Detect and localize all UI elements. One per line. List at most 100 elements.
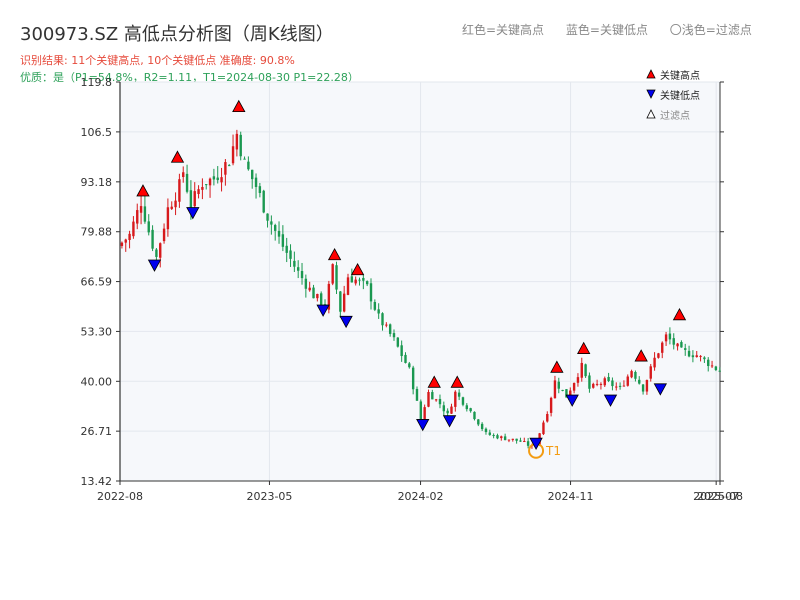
candle-body bbox=[496, 435, 499, 439]
candle-body bbox=[339, 291, 342, 312]
candle-body bbox=[500, 436, 503, 439]
candle-body bbox=[461, 397, 465, 405]
candle-body bbox=[319, 293, 323, 306]
candle-body bbox=[274, 225, 277, 231]
candle-body bbox=[477, 419, 480, 425]
candle-body bbox=[718, 370, 721, 372]
candle-body bbox=[193, 191, 196, 207]
candle-body bbox=[128, 233, 131, 241]
candle-body bbox=[266, 213, 269, 221]
candle-body bbox=[182, 172, 185, 178]
candle-body bbox=[174, 200, 177, 208]
candle-body bbox=[465, 405, 469, 410]
y-tick-label: 13.42 bbox=[81, 475, 113, 488]
candle-body bbox=[492, 435, 495, 437]
candle-body bbox=[557, 381, 560, 389]
candle-body bbox=[595, 383, 599, 385]
candle-body bbox=[427, 392, 430, 407]
candle-body bbox=[710, 365, 714, 367]
candle-body bbox=[385, 324, 388, 326]
candle-body bbox=[584, 364, 587, 377]
candle-body bbox=[296, 267, 300, 271]
candle-body bbox=[657, 353, 660, 358]
legend-low-row: 关键低点 bbox=[646, 84, 700, 104]
candle-body bbox=[661, 342, 664, 353]
candle-body bbox=[615, 386, 618, 388]
marker-legend: 关键高点 关键低点 过滤点 bbox=[646, 64, 700, 124]
candle-body bbox=[507, 439, 511, 441]
candle-body bbox=[247, 161, 250, 170]
candle-body bbox=[457, 392, 461, 397]
candle-body bbox=[519, 440, 522, 442]
candle-body bbox=[592, 383, 595, 388]
y-tick-label: 119.8 bbox=[81, 76, 113, 89]
y-tick-label: 93.18 bbox=[81, 176, 113, 189]
x-tick-label: 2023-05 bbox=[246, 490, 292, 503]
candle-body bbox=[388, 324, 392, 334]
candle-body bbox=[408, 363, 411, 368]
candle-body bbox=[308, 287, 311, 291]
legend-high-row: 关键高点 bbox=[646, 64, 700, 84]
candle-body bbox=[511, 438, 514, 440]
candle-body bbox=[431, 392, 434, 400]
candle-body bbox=[354, 279, 357, 284]
y-tick-label: 53.30 bbox=[81, 325, 113, 338]
candle-body bbox=[205, 184, 208, 186]
candle-body bbox=[668, 333, 672, 340]
candle-body bbox=[553, 380, 557, 399]
candle-body bbox=[239, 134, 242, 157]
candle-body bbox=[262, 190, 265, 213]
legend-filtered-label: 过滤点 bbox=[660, 110, 690, 122]
y-tick-label: 106.5 bbox=[81, 126, 113, 139]
candle-body bbox=[411, 367, 415, 390]
candle-body bbox=[703, 357, 706, 360]
candle-body bbox=[523, 441, 526, 443]
candle-body bbox=[484, 428, 488, 433]
candle-body bbox=[350, 276, 354, 283]
candle-body bbox=[362, 277, 365, 281]
candle-body bbox=[542, 422, 545, 435]
candle-body bbox=[243, 158, 246, 160]
candle-body bbox=[151, 229, 154, 249]
candle-body bbox=[641, 384, 645, 392]
candle-body bbox=[373, 301, 377, 310]
candle-body bbox=[611, 380, 614, 387]
candle-body bbox=[707, 359, 710, 367]
candle-body bbox=[277, 230, 281, 237]
candle-body bbox=[599, 383, 603, 385]
candle-body bbox=[400, 345, 403, 357]
candle-body bbox=[235, 133, 239, 150]
hollow-triangle-icon bbox=[646, 109, 656, 119]
candle-body bbox=[488, 432, 491, 435]
candle-body bbox=[561, 389, 564, 391]
candle-body bbox=[684, 348, 687, 350]
candle-body bbox=[687, 350, 691, 357]
candle-body bbox=[346, 277, 350, 295]
candle-body bbox=[638, 379, 641, 384]
candle-body bbox=[676, 343, 679, 347]
candle-body bbox=[526, 441, 530, 446]
candle-body bbox=[270, 221, 273, 225]
candle-body bbox=[312, 287, 315, 299]
candle-body bbox=[216, 177, 219, 181]
candle-body bbox=[304, 278, 308, 289]
x-tick-label: 2024-02 bbox=[398, 490, 444, 503]
candle-body bbox=[143, 206, 147, 222]
candle-body bbox=[549, 397, 553, 413]
candle-body bbox=[189, 190, 193, 209]
candle-body bbox=[254, 177, 258, 188]
t1-label: T1 bbox=[545, 444, 561, 458]
candle-body bbox=[515, 438, 518, 441]
candle-body bbox=[473, 411, 476, 420]
candle-body bbox=[396, 337, 400, 347]
candle-body bbox=[645, 379, 649, 392]
candle-body bbox=[653, 357, 656, 368]
candle-body bbox=[480, 423, 484, 430]
candle-body bbox=[546, 413, 549, 422]
candle-body bbox=[434, 399, 438, 401]
candle-body bbox=[454, 391, 457, 407]
candle-body bbox=[220, 177, 223, 183]
candle-body bbox=[576, 377, 580, 383]
y-tick-label: 79.88 bbox=[81, 226, 113, 239]
candle-body bbox=[139, 206, 143, 213]
